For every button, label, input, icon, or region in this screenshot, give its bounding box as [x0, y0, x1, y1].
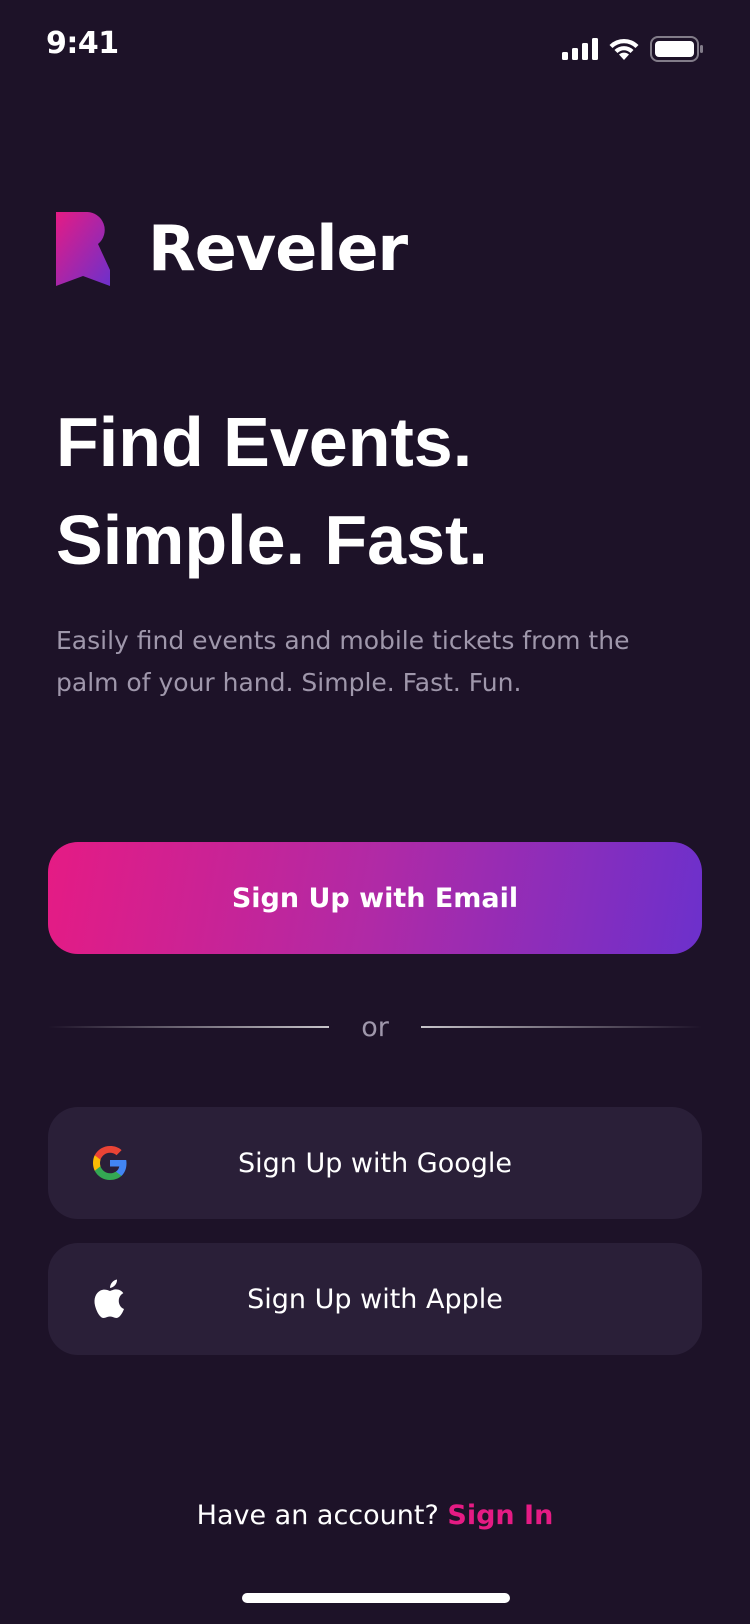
- home-indicator[interactable]: [242, 1593, 510, 1603]
- apple-signup-label: Sign Up with Apple: [247, 1283, 503, 1315]
- google-icon: [88, 1141, 132, 1185]
- or-divider: or: [48, 1005, 702, 1049]
- status-bar: 9:41: [0, 0, 750, 90]
- brand-name: Reveler: [148, 212, 408, 285]
- apple-icon: [88, 1277, 132, 1321]
- divider-line-right: [421, 1026, 702, 1028]
- cellular-signal-icon: [562, 38, 598, 65]
- signin-row: Have an account? Sign In: [0, 1500, 750, 1531]
- status-icons: [562, 36, 704, 67]
- headline-line-2: Simple. Fast.: [56, 501, 488, 579]
- google-signup-label: Sign Up with Google: [237, 1147, 513, 1179]
- divider-line-left: [48, 1026, 329, 1028]
- battery-icon: [650, 36, 704, 67]
- email-signup-button[interactable]: Sign Up with Email: [48, 842, 702, 954]
- divider-text: or: [361, 1011, 389, 1043]
- headline: Find Events. Simple. Fast.: [56, 393, 716, 589]
- signin-link[interactable]: Sign In: [447, 1500, 553, 1531]
- brand-logo: Reveler: [56, 212, 408, 286]
- subtitle: Easily find events and mobile tickets fr…: [56, 626, 630, 697]
- email-signup-label: Sign Up with Email: [231, 882, 519, 914]
- google-signup-button[interactable]: Sign Up with Google: [48, 1107, 702, 1219]
- status-time: 9:41: [46, 26, 119, 61]
- headline-line-1: Find Events.: [56, 403, 473, 481]
- reveler-logo-icon: [56, 212, 110, 286]
- signin-prompt: Have an account?: [196, 1500, 439, 1531]
- wifi-icon: [608, 37, 640, 66]
- apple-signup-button[interactable]: Sign Up with Apple: [48, 1243, 702, 1355]
